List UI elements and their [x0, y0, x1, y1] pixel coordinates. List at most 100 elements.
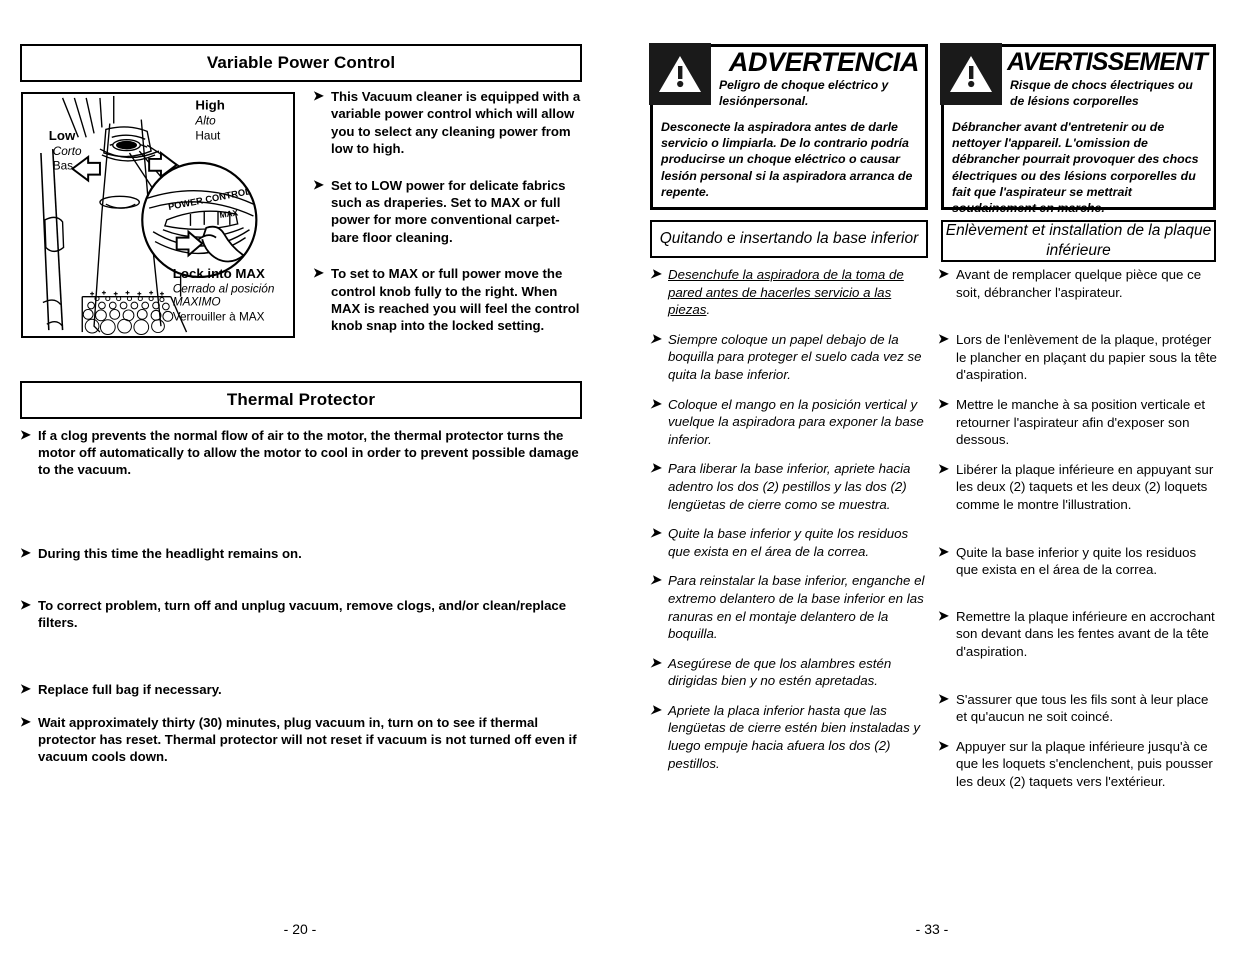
- list-item: ➤ Remettre la plaque inférieure en accro…: [938, 608, 1220, 661]
- page-title-thermal-protector: Thermal Protector: [226, 390, 376, 409]
- bullet-text: If a clog prevents the normal flow of ai…: [38, 428, 579, 478]
- list-item: ➤ Set to LOW power for delicate fabrics …: [313, 177, 585, 247]
- list-item: ➤ Lors de l'enlèvement de la plaque, pro…: [938, 331, 1220, 384]
- bullet-text: Appuyer sur la plaque inférieure jusqu'à…: [956, 738, 1213, 789]
- section-header-spanish: Quitando e insertando la base inferior: [650, 220, 928, 258]
- warning-body-spanish: Desconecte la aspiradora antes de darle …: [661, 120, 913, 199]
- spanish-bullet-list: ➤ Desenchufe la aspiradora de la toma de…: [650, 266, 932, 784]
- list-item: ➤ During this time the headlight remains…: [20, 545, 585, 562]
- bullet-text: Asegúrese de que los alambres estén diri…: [668, 655, 892, 689]
- thermal-protector-bullet-4: ➤ Replace full bag if necessary.: [20, 681, 585, 710]
- bullet-text: To correct problem, turn off and unplug …: [38, 598, 567, 631]
- arrow-bullet-icon: ➤: [20, 714, 31, 729]
- arrow-bullet-icon: ➤: [650, 701, 661, 717]
- arrow-bullet-icon: ➤: [938, 266, 949, 281]
- list-item: ➤ Replace full bag if necessary.: [20, 681, 585, 698]
- arrow-bullet-icon: ➤: [20, 545, 31, 560]
- list-item: ➤ This Vacuum cleaner is equipped with a…: [313, 88, 585, 158]
- warning-body-french: Débrancher avant d'entretenir ou de nett…: [952, 120, 1199, 216]
- arrow-bullet-icon: ➤: [650, 266, 661, 281]
- bullet-text: Quite la base inferior y quite los resid…: [956, 544, 1197, 578]
- thermal-protector-bullet-2: ➤ During this time the headlight remains…: [20, 545, 585, 574]
- list-item: ➤ Asegúrese de que los alambres estén di…: [650, 655, 932, 690]
- bullet-text: Remettre la plaque inférieure en accroch…: [956, 608, 1215, 659]
- arrow-bullet-icon: ➤: [650, 525, 661, 541]
- arrow-bullet-icon: ➤: [313, 176, 324, 192]
- bullet-text: Quite la base inferior y quite los resid…: [668, 526, 909, 559]
- list-item: ➤ S'assurer que tous les fils sont à leu…: [938, 691, 1220, 726]
- bullet-text: Para liberar la base inferior, apriete h…: [668, 461, 911, 512]
- arrow-bullet-icon: ➤: [938, 737, 949, 753]
- list-item: ➤ Siempre coloque un papel debajo de la …: [650, 331, 932, 384]
- bullet-text: During this time the headlight remains o…: [38, 546, 302, 561]
- arrow-bullet-icon: ➤: [313, 88, 324, 103]
- arrow-bullet-icon: ➤: [20, 427, 31, 442]
- figure-label-high-en: High: [195, 98, 224, 113]
- arrow-bullet-icon: ➤: [938, 331, 949, 347]
- bullet-text: Set to LOW power for delicate fabrics su…: [331, 177, 566, 245]
- bullet-text: Apriete la placa inferior hasta que las …: [668, 702, 921, 771]
- bullet-text: Libérer la plaque inférieure en appuyant…: [956, 461, 1214, 512]
- figure-label-lock-fr: Verrouiller à MAX: [173, 309, 265, 323]
- arrow-bullet-icon: ➤: [650, 654, 661, 670]
- french-bullet-list: ➤ Avant de remplacer quelque pièce que c…: [938, 266, 1220, 802]
- warning-triangle-icon: [940, 43, 1002, 105]
- figure-label-high-fr: Haut: [195, 128, 221, 142]
- list-item: ➤ Appuyer sur la plaque inférieure jusqu…: [938, 738, 1220, 791]
- bullet-text: This Vacuum cleaner is equipped with a v…: [331, 89, 581, 157]
- manual-page-spread: Variable Power Control POWER CONTROL MAX…: [0, 0, 1235, 954]
- list-item: ➤ Quite la base inferior y quite los res…: [938, 544, 1220, 579]
- list-item: ➤ Avant de remplacer quelque pièce que c…: [938, 266, 1220, 301]
- page-number-right: - 33 -: [915, 921, 949, 937]
- arrow-bullet-icon: ➤: [650, 572, 661, 588]
- vacuum-power-knob-diagram: POWER CONTROL MAX High Alto Haut Low Cor…: [23, 94, 293, 336]
- figure-label-low-en: Low: [49, 128, 76, 143]
- arrow-bullet-icon: ➤: [938, 460, 949, 476]
- arrow-bullet-icon: ➤: [650, 395, 661, 411]
- thermal-protector-bullet-3: ➤ To correct problem, turn off and unplu…: [20, 597, 585, 643]
- list-item: ➤ Para reinstalar la base inferior, enga…: [650, 572, 932, 642]
- arrow-bullet-icon: ➤: [938, 395, 949, 411]
- bullet-text-underlined: Desenchufe la aspiradora de la toma de p…: [668, 267, 904, 318]
- thermal-protector-bullet-1: ➤ If a clog prevents the normal flow of …: [20, 427, 585, 491]
- list-item: ➤ Mettre le manche à sa position vertica…: [938, 396, 1220, 449]
- page-number-left: - 20 -: [283, 921, 317, 937]
- section-title-spanish: Quitando e insertando la base inferior: [659, 230, 919, 247]
- bullet-text: Desenchufe la aspiradora de la toma de p…: [668, 266, 932, 319]
- arrow-bullet-icon: ➤: [650, 330, 661, 346]
- bullet-text: Replace full bag if necessary.: [38, 682, 222, 697]
- figure-label-high-es: Alto: [194, 113, 216, 127]
- arrow-bullet-icon: ➤: [20, 681, 31, 696]
- list-item: ➤ Quite la base inferior y quite los res…: [650, 525, 932, 560]
- page-title-variable-power-control: Variable Power Control: [206, 53, 396, 72]
- variable-power-control-illustration: POWER CONTROL MAX High Alto Haut Low Cor…: [21, 92, 295, 338]
- thermal-protector-bullet-5: ➤ Wait approximately thirty (30) minutes…: [20, 714, 585, 778]
- bullet-text: Avant de remplacer quelque pièce que ce …: [956, 267, 1202, 300]
- bullet-text: To set to MAX or full power move the con…: [331, 266, 580, 334]
- arrow-bullet-icon: ➤: [20, 597, 31, 612]
- figure-label-low-es: Corto: [53, 144, 82, 158]
- warning-box-spanish: ADVERTENCIA Peligro de choque eléctrico …: [649, 43, 928, 210]
- bullet-text: Mettre le manche à sa position verticale…: [956, 396, 1206, 448]
- variable-power-control-bullet-list: ➤ This Vacuum cleaner is equipped with a…: [313, 88, 585, 347]
- list-item: ➤ To set to MAX or full power move the c…: [313, 265, 585, 335]
- bullet-text: Lors de l'enlèvement de la plaque, proté…: [956, 332, 1217, 383]
- arrow-bullet-icon: ➤: [938, 543, 949, 559]
- list-item: ➤ Desenchufe la aspiradora de la toma de…: [650, 266, 932, 319]
- list-item: ➤ If a clog prevents the normal flow of …: [20, 427, 585, 479]
- warning-triangle-icon: [649, 43, 711, 105]
- figure-label-lock-es-2: MAXIMO: [173, 295, 221, 309]
- bullet-text: Coloque el mango en la posición vertical…: [668, 396, 924, 447]
- bullet-text: Para reinstalar la base inferior, enganc…: [668, 573, 925, 642]
- list-item: ➤ Coloque el mango en la posición vertic…: [650, 396, 932, 449]
- arrow-bullet-icon: ➤: [650, 460, 661, 476]
- list-item: ➤ Wait approximately thirty (30) minutes…: [20, 714, 585, 766]
- figure-label-lock-en: Lock into MAX: [173, 266, 265, 281]
- bullet-text: Wait approximately thirty (30) minutes, …: [38, 715, 577, 765]
- bullet-text: Siempre coloque un papel debajo de la bo…: [668, 331, 922, 382]
- figure-label-low-fr: Bas: [53, 159, 73, 173]
- list-item: ➤ Libérer la plaque inférieure en appuya…: [938, 461, 1220, 514]
- arrow-bullet-icon: ➤: [938, 690, 949, 706]
- list-item: ➤ Para liberar la base inferior, apriete…: [650, 460, 932, 513]
- bullet-text: S'assurer que tous les fils sont à leur …: [956, 691, 1209, 725]
